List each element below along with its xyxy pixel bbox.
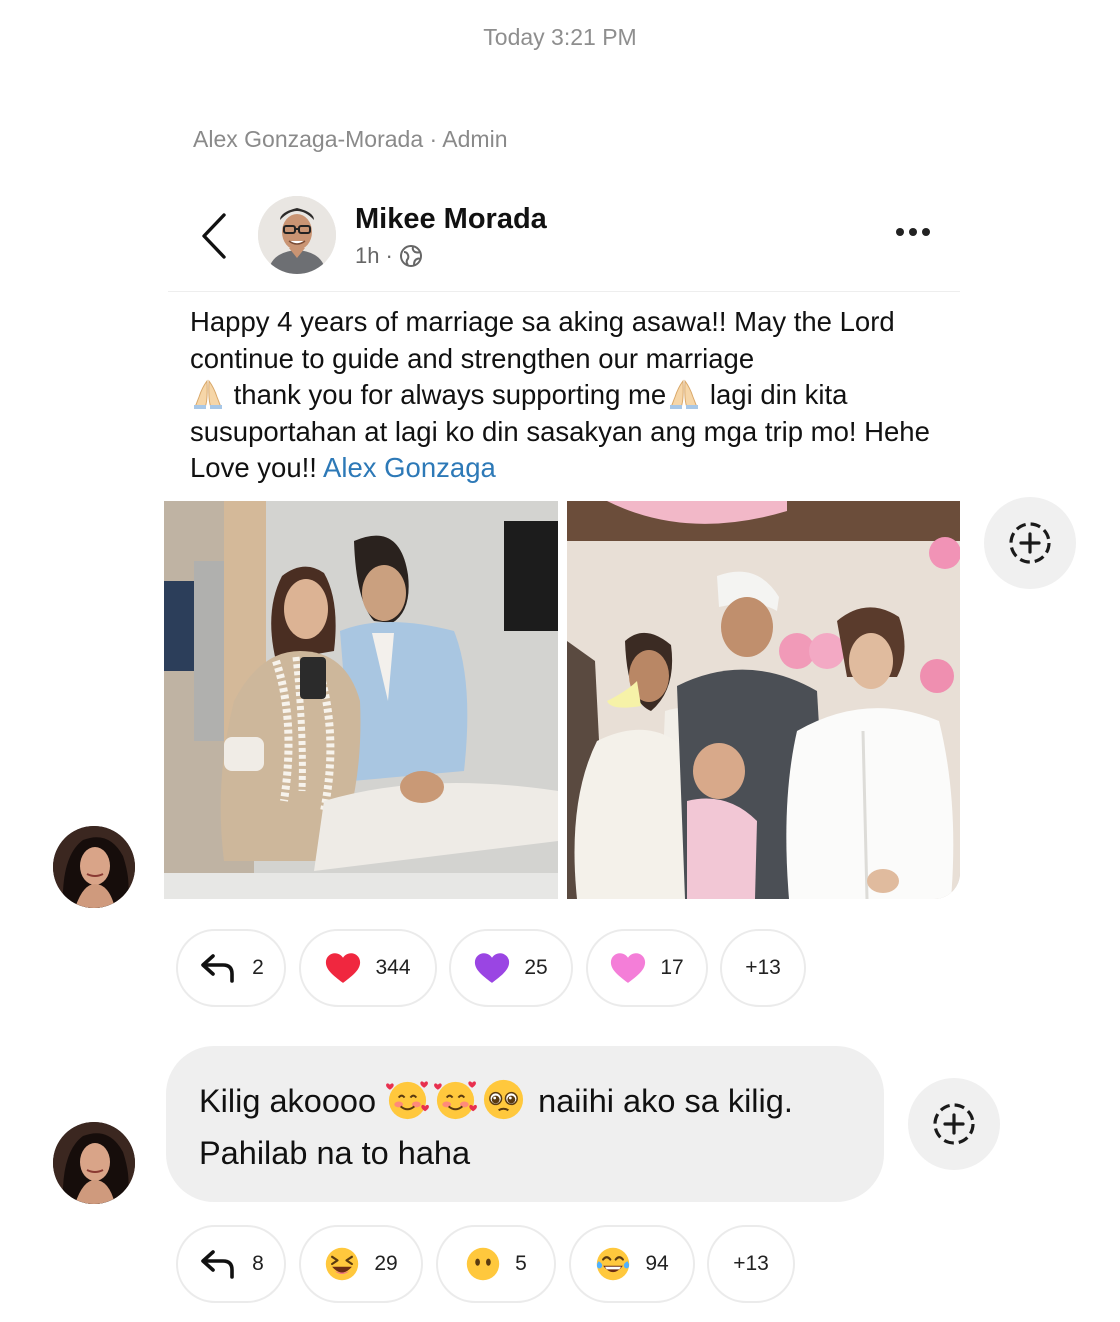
reaction-no-mouth[interactable]: 5	[436, 1225, 556, 1303]
shared-post-header: Mikee Morada 1h ·	[168, 190, 960, 292]
no-mouth-face-icon	[465, 1246, 501, 1282]
message-text-start: Kilig akoooo	[199, 1083, 377, 1119]
meta-separator: ·	[385, 243, 393, 268]
add-reaction-button[interactable]	[908, 1078, 1000, 1170]
post-caption: Happy 4 years of marriage sa aking asawa…	[190, 304, 930, 487]
folded-hands-icon	[193, 379, 223, 409]
message-text-end: naiihi ako sa kilig.	[538, 1083, 793, 1119]
reaction-squinting-laugh[interactable]: 29	[299, 1225, 423, 1303]
post-photo-1[interactable]	[164, 501, 558, 899]
pink-heart-icon	[610, 952, 646, 985]
shared-post-sender: Alex Gonzaga-Morada · Admin	[193, 126, 508, 152]
add-reaction-icon	[929, 1099, 979, 1149]
reaction-count: 17	[660, 956, 684, 979]
add-reaction-button[interactable]	[984, 497, 1076, 589]
more-dot-icon	[909, 228, 917, 236]
reaction-count: 25	[524, 956, 548, 979]
post-author-avatar[interactable]	[258, 196, 336, 274]
post-meta: 1h ·	[355, 243, 423, 269]
message-bubble[interactable]: Kilig akoooo naiihi ako sa kilig. Pahila…	[166, 1046, 884, 1202]
red-heart-icon	[325, 952, 361, 985]
more-reactions-button[interactable]: +13	[707, 1225, 795, 1303]
post-author-name[interactable]: Mikee Morada	[355, 203, 547, 236]
sender-avatar[interactable]	[53, 826, 135, 908]
caption-part-2: thank you for always supporting me	[233, 379, 667, 410]
message-text-line-2: Pahilab na to haha	[199, 1135, 471, 1171]
caption-part-1: Happy 4 years of marriage sa aking asawa…	[190, 306, 895, 374]
reaction-count: 94	[645, 1252, 669, 1275]
reaction-pink-heart[interactable]: 17	[586, 929, 708, 1007]
reaction-purple-heart[interactable]: 25	[449, 929, 573, 1007]
more-reactions-count: +13	[745, 956, 781, 979]
reaction-tears-of-joy[interactable]: 94	[569, 1225, 695, 1303]
reply-count: 8	[252, 1252, 264, 1275]
globe-icon	[399, 245, 422, 267]
timestamp: Today 3:21 PM	[483, 24, 637, 50]
sender-avatar[interactable]	[53, 1122, 135, 1204]
reaction-count: 29	[374, 1252, 398, 1275]
more-options-button[interactable]	[896, 228, 930, 236]
post-time: 1h	[355, 243, 380, 268]
tears-of-joy-icon	[595, 1246, 631, 1282]
reaction-count: 5	[515, 1252, 527, 1275]
reply-button[interactable]: 2	[176, 929, 286, 1007]
more-reactions-button[interactable]: +13	[720, 929, 806, 1007]
back-button[interactable]	[196, 210, 232, 262]
reply-icon	[198, 1246, 238, 1282]
reply-icon	[198, 950, 238, 986]
more-dot-icon	[896, 228, 904, 236]
reply-count: 2	[252, 956, 264, 979]
purple-heart-icon	[474, 952, 510, 985]
chevron-left-icon	[202, 213, 226, 259]
reply-button[interactable]: 8	[176, 1225, 286, 1303]
smiling-face-with-hearts-icon	[385, 1077, 430, 1122]
reaction-count: 344	[375, 956, 411, 979]
reaction-red-heart[interactable]: 344	[299, 929, 437, 1007]
folded-hands-icon	[669, 379, 699, 409]
mention-link[interactable]: Alex Gonzaga	[323, 452, 496, 483]
pleading-face-icon	[481, 1077, 526, 1122]
squinting-laugh-icon	[324, 1246, 360, 1282]
add-reaction-icon	[1005, 518, 1055, 568]
post-photo-2[interactable]	[567, 501, 960, 899]
more-dot-icon	[922, 228, 930, 236]
smiling-face-with-hearts-icon	[433, 1077, 478, 1122]
more-reactions-count: +13	[733, 1252, 769, 1275]
